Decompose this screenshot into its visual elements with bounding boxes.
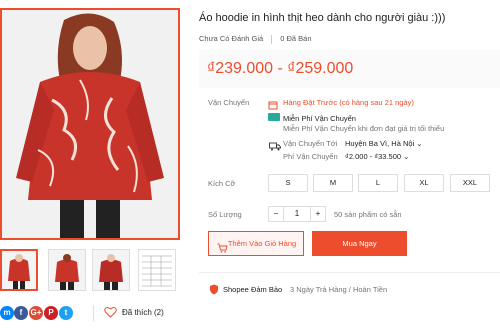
chevron-down-icon: ⌄ xyxy=(403,152,410,161)
product-meta: Chưa Có Đánh Giá 0 Đã Bán xyxy=(199,34,312,44)
free-shipping-desc: Miễn Phí Vận Chuyển khi đơn đạt giá trị … xyxy=(283,124,445,133)
shipping-label: Vận Chuyển xyxy=(208,98,250,107)
section-divider xyxy=(199,272,500,273)
size-label: Kích Cỡ xyxy=(208,179,236,188)
add-to-cart-button[interactable]: Thêm Vào Giỏ Hàng xyxy=(208,231,304,256)
facebook-icon[interactable]: f xyxy=(14,306,28,320)
size-option-m[interactable]: M xyxy=(313,174,353,192)
rating-text: Chưa Có Đánh Giá xyxy=(199,34,264,43)
cart-icon xyxy=(217,239,228,262)
divider xyxy=(93,305,94,321)
price-box: ₫239.000 - ₫259.000 xyxy=(199,50,500,88)
quantity-minus-button[interactable]: − xyxy=(268,206,284,222)
sold-label: Đã Bán xyxy=(286,34,312,43)
size-option-s[interactable]: S xyxy=(268,174,308,192)
like-count: Đã thích (2) xyxy=(122,308,164,317)
guarantee-brand: Shopee Đảm Bảo xyxy=(223,285,283,294)
thumbnail-1[interactable] xyxy=(0,249,38,291)
size-option-xxl[interactable]: XXL xyxy=(450,174,490,192)
ship-fee-value[interactable]: ₫2.000 - ₫33.500 ⌄ xyxy=(345,152,409,161)
chevron-down-icon: ⌄ xyxy=(416,139,423,148)
thumbnail-size-chart[interactable] xyxy=(138,249,176,291)
buy-now-button[interactable]: Mua Ngay xyxy=(312,231,407,256)
pinterest-icon[interactable]: P xyxy=(44,306,58,320)
thumbnail-3[interactable] xyxy=(92,249,130,291)
shield-icon xyxy=(209,284,219,297)
messenger-icon[interactable]: m xyxy=(0,306,14,320)
ship-to-value[interactable]: Huyện Ba Vì, Hà Nội ⌄ xyxy=(345,139,423,148)
twitter-icon[interactable]: t xyxy=(59,306,73,320)
stock-available: 50 sản phẩm có sẵn xyxy=(334,210,402,219)
quantity-input[interactable]: 1 xyxy=(283,206,311,222)
ship-to-label: Vận Chuyển Tới xyxy=(283,139,338,148)
guarantee-text: 3 Ngày Trả Hàng / Hoàn Tiền xyxy=(290,285,388,294)
size-option-l[interactable]: L xyxy=(358,174,398,192)
truck-icon xyxy=(269,138,281,156)
google-plus-icon[interactable]: G+ xyxy=(29,306,43,320)
sold-count: 0 xyxy=(280,34,285,43)
heart-icon xyxy=(104,306,117,323)
quantity-label: Số Lượng xyxy=(208,210,242,219)
preorder-text: Hàng Đặt Trước (có hàng sau 21 ngày) xyxy=(283,98,414,107)
thumbnail-2[interactable] xyxy=(48,249,86,291)
product-title: Áo hoodie in hình thịt heo dành cho ngườ… xyxy=(199,12,446,24)
product-price: ₫239.000 - ₫259.000 xyxy=(207,60,354,77)
free-shipping-icon xyxy=(268,113,280,121)
product-main-image[interactable] xyxy=(0,8,180,240)
ship-fee-label: Phí Vận Chuyển xyxy=(283,152,338,161)
size-option-xl[interactable]: XL xyxy=(404,174,444,192)
product-gallery: m f G+ P t xyxy=(0,0,183,333)
thumbnail-strip xyxy=(0,249,183,291)
free-shipping-title: Miễn Phí Vận Chuyển xyxy=(283,114,356,123)
quantity-plus-button[interactable]: + xyxy=(310,206,326,222)
